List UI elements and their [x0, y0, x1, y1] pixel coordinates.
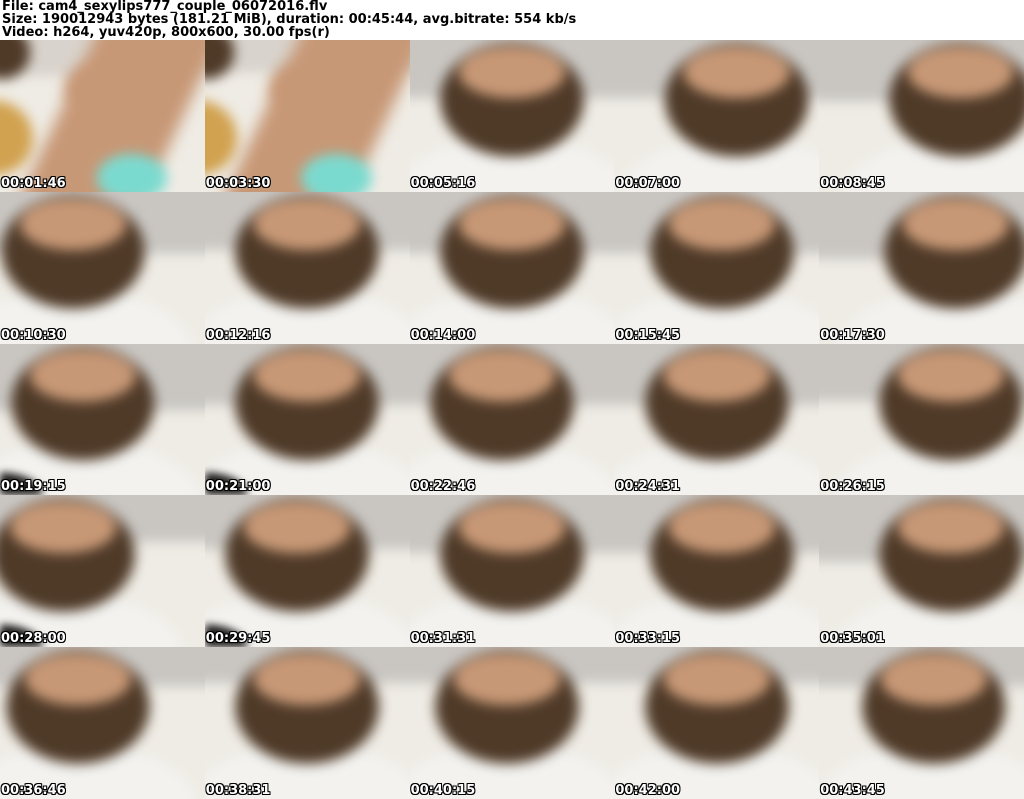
- thumbnail-image: [204, 40, 410, 192]
- timestamp-overlay: 00:24:31: [615, 479, 681, 495]
- video-thumbnail[interactable]: 00:12:16: [204, 191, 410, 344]
- timestamp-overlay: 00:38:31: [205, 782, 271, 798]
- timestamp-overlay: 00:17:30: [820, 327, 885, 343]
- video-thumbnail[interactable]: 00:03:30: [204, 40, 410, 192]
- video-thumbnail[interactable]: 00:29:45: [204, 495, 410, 648]
- thumbnail-image: [0, 495, 205, 648]
- timestamp-overlay: 00:40:15: [410, 782, 476, 798]
- timestamp-overlay: 00:33:15: [615, 631, 681, 647]
- thumbnail-image: [409, 647, 615, 799]
- timestamp-overlay: 00:36:46: [1, 782, 66, 798]
- video-thumbnail[interactable]: 00:07:00: [614, 40, 820, 192]
- video-thumbnail[interactable]: 00:26:15: [819, 343, 1024, 496]
- timestamp-overlay: 00:14:00: [410, 327, 476, 343]
- timestamp-overlay: 00:15:45: [615, 327, 681, 343]
- video-thumbnail[interactable]: 00:43:45: [819, 647, 1024, 799]
- thumbnail-image: [0, 40, 205, 192]
- video-thumbnail[interactable]: 00:24:31: [614, 343, 820, 496]
- video-thumbnail[interactable]: 00:19:15: [0, 343, 205, 496]
- timestamp-overlay: 00:22:46: [410, 479, 476, 495]
- video-thumbnail[interactable]: 00:08:45: [819, 40, 1024, 192]
- thumbnail-image: [819, 495, 1024, 648]
- video-thumbnail[interactable]: 00:33:15: [614, 495, 820, 648]
- video-codec-line: Video: h264, yuv420p, 800x600, 30.00 fps…: [2, 24, 330, 40]
- video-thumbnail[interactable]: 00:21:00: [204, 343, 410, 496]
- thumbnail-image: [614, 40, 820, 192]
- timestamp-overlay: 00:28:00: [1, 631, 66, 647]
- timestamp-overlay: 00:35:01: [820, 631, 885, 647]
- thumbnail-grid: 00:01:46 00:03:30 00:05:16 00:07:00 00:08:45…: [0, 40, 1024, 799]
- thumbnail-image: [614, 191, 820, 344]
- timestamp-overlay: 00:26:15: [820, 479, 885, 495]
- thumbnail-image: [204, 191, 410, 344]
- thumbnail-image: [0, 191, 205, 344]
- timestamp-overlay: 00:03:30: [205, 175, 271, 191]
- timestamp-overlay: 00:07:00: [615, 175, 681, 191]
- timestamp-overlay: 00:08:45: [820, 175, 885, 191]
- timestamp-overlay: 00:12:16: [205, 327, 271, 343]
- timestamp-overlay: 00:43:45: [820, 782, 885, 798]
- video-thumbnail[interactable]: 00:05:16: [409, 40, 615, 192]
- timestamp-overlay: 00:05:16: [410, 175, 476, 191]
- thumbnail-image: [409, 495, 615, 648]
- thumbnail-image: [409, 191, 615, 344]
- video-thumbnail[interactable]: 00:17:30: [819, 191, 1024, 344]
- video-thumbnail[interactable]: 00:36:46: [0, 647, 205, 799]
- video-thumbnail[interactable]: 00:40:15: [409, 647, 615, 799]
- thumbnail-image: [819, 647, 1024, 799]
- timestamp-overlay: 00:19:15: [1, 479, 66, 495]
- timestamp-overlay: 00:29:45: [205, 631, 271, 647]
- thumbnail-image: [614, 495, 820, 648]
- video-thumbnail[interactable]: 00:22:46: [409, 343, 615, 496]
- contact-sheet: File: cam4_sexylips777_couple_06072016.f…: [0, 0, 1024, 799]
- thumbnail-image: [0, 647, 205, 799]
- video-thumbnail[interactable]: 00:01:46: [0, 40, 205, 192]
- thumbnail-image: [409, 343, 615, 496]
- thumbnail-image: [614, 343, 820, 496]
- video-thumbnail[interactable]: 00:15:45: [614, 191, 820, 344]
- thumbnail-image: [409, 40, 615, 192]
- thumbnail-image: [614, 647, 820, 799]
- thumbnail-image: [204, 647, 410, 799]
- thumbnail-image: [819, 40, 1024, 192]
- timestamp-overlay: 00:21:00: [205, 479, 271, 495]
- timestamp-overlay: 00:42:00: [615, 782, 681, 798]
- thumbnail-image: [204, 343, 410, 496]
- thumbnail-image: [819, 191, 1024, 344]
- video-thumbnail[interactable]: 00:35:01: [819, 495, 1024, 648]
- video-thumbnail[interactable]: 00:28:00: [0, 495, 205, 648]
- video-thumbnail[interactable]: 00:10:30: [0, 191, 205, 344]
- thumbnail-image: [819, 343, 1024, 496]
- thumbnail-image: [0, 343, 205, 496]
- timestamp-overlay: 00:31:31: [410, 631, 476, 647]
- video-thumbnail[interactable]: 00:42:00: [614, 647, 820, 799]
- file-info-header: File: cam4_sexylips777_couple_06072016.f…: [0, 0, 1024, 40]
- timestamp-overlay: 00:01:46: [1, 175, 66, 191]
- video-thumbnail[interactable]: 00:31:31: [409, 495, 615, 648]
- timestamp-overlay: 00:10:30: [1, 327, 66, 343]
- thumbnail-image: [204, 495, 410, 648]
- video-thumbnail[interactable]: 00:14:00: [409, 191, 615, 344]
- video-thumbnail[interactable]: 00:38:31: [204, 647, 410, 799]
